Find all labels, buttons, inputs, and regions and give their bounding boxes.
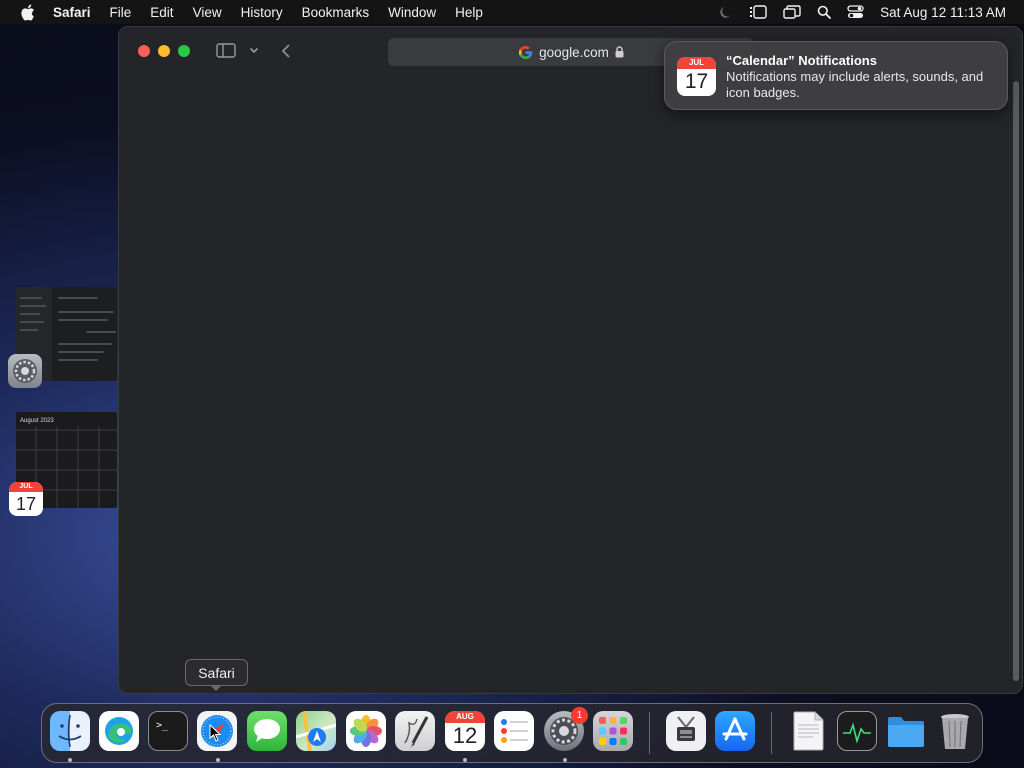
dock-photos-icon[interactable] [346,711,386,751]
dock-activity-monitor-icon[interactable] [837,711,877,751]
spotlight-search-icon[interactable] [817,5,832,19]
focus-moon-icon[interactable] [719,5,733,19]
dock-system-information-icon[interactable] [666,711,706,751]
chevron-down-icon[interactable] [249,47,259,54]
apple-menu-icon[interactable] [18,3,36,21]
menu-app-safari[interactable]: Safari [53,5,91,20]
notification-title: “Calendar” Notifications [726,53,877,68]
close-button[interactable] [138,45,150,57]
menu-help[interactable]: Help [455,5,483,20]
dock: >_ AUG 12 [41,703,983,763]
running-indicator-system-settings [563,758,567,762]
dock-calendar-day: 12 [452,723,478,748]
dock-maps-icon[interactable] [296,711,336,751]
back-button[interactable] [281,43,291,59]
dock-trash-icon[interactable] [935,711,975,751]
dock-tooltip: Safari [185,659,248,686]
menu-bar-clock[interactable]: Sat Aug 12 11:13 AM [880,5,1006,20]
dock-folder-icon[interactable] [886,711,926,751]
safari-window: google.com [118,26,1023,694]
address-bar-url: google.com [539,44,609,60]
calendar-stage-icon-month: JUL [9,482,43,492]
dock-text-document-icon[interactable] [788,711,828,751]
mouse-cursor-icon [209,723,222,747]
stage-manager-icon[interactable] [749,5,767,19]
sidebar-toggle-icon[interactable] [216,43,236,58]
minimize-button[interactable] [158,45,170,57]
calendar-notification-banner[interactable]: JUL 17 “Calendar” Notifications Notifica… [664,41,1008,110]
menu-view[interactable]: View [193,5,222,20]
menu-history[interactable]: History [241,5,283,20]
running-indicator-calendar [463,758,467,762]
dock-app-store-icon[interactable] [715,711,755,751]
vertical-scrollbar[interactable] [1013,81,1019,681]
lock-icon [615,46,624,58]
dock-reminders-icon[interactable] [494,711,534,751]
notification-icon-day: 17 [684,70,709,93]
dock-divider-2 [771,712,772,754]
menu-bar: Safari File Edit View History Bookmarks … [0,0,1024,24]
google-favicon-icon [518,45,533,60]
dock-divider [649,712,650,754]
dock-launchpad-icon[interactable] [593,711,633,751]
menu-window[interactable]: Window [388,5,436,20]
menu-bookmarks[interactable]: Bookmarks [302,5,370,20]
svg-text:>_: >_ [156,720,169,731]
system-settings-stage-icon [8,354,42,388]
menu-file[interactable]: File [110,5,132,20]
running-indicator-safari [216,758,220,762]
dock-edge-icon[interactable] [99,711,139,751]
dock-tooltip-arrow [210,685,222,691]
screen-mirroring-icon[interactable] [783,5,801,19]
calendar-stage-icon: JUL 17 [9,482,43,516]
zoom-button[interactable] [178,45,190,57]
calendar-app-icon: JUL 17 [677,57,716,96]
dock-calendar-icon[interactable]: AUG 12 [445,711,485,751]
dock-messages-icon[interactable] [247,711,287,751]
dock-finder-icon[interactable] [50,711,90,751]
dock-script-editor-icon[interactable] [395,711,435,751]
system-settings-badge: 1 [571,707,588,724]
running-indicator-finder [68,758,72,762]
calendar-stage-icon-day: 17 [15,494,37,514]
menu-edit[interactable]: Edit [150,5,173,20]
notification-body: Notifications may include alerts, sounds… [726,69,984,100]
control-center-icon[interactable] [847,5,864,19]
dock-terminal-icon[interactable]: >_ [148,711,188,751]
